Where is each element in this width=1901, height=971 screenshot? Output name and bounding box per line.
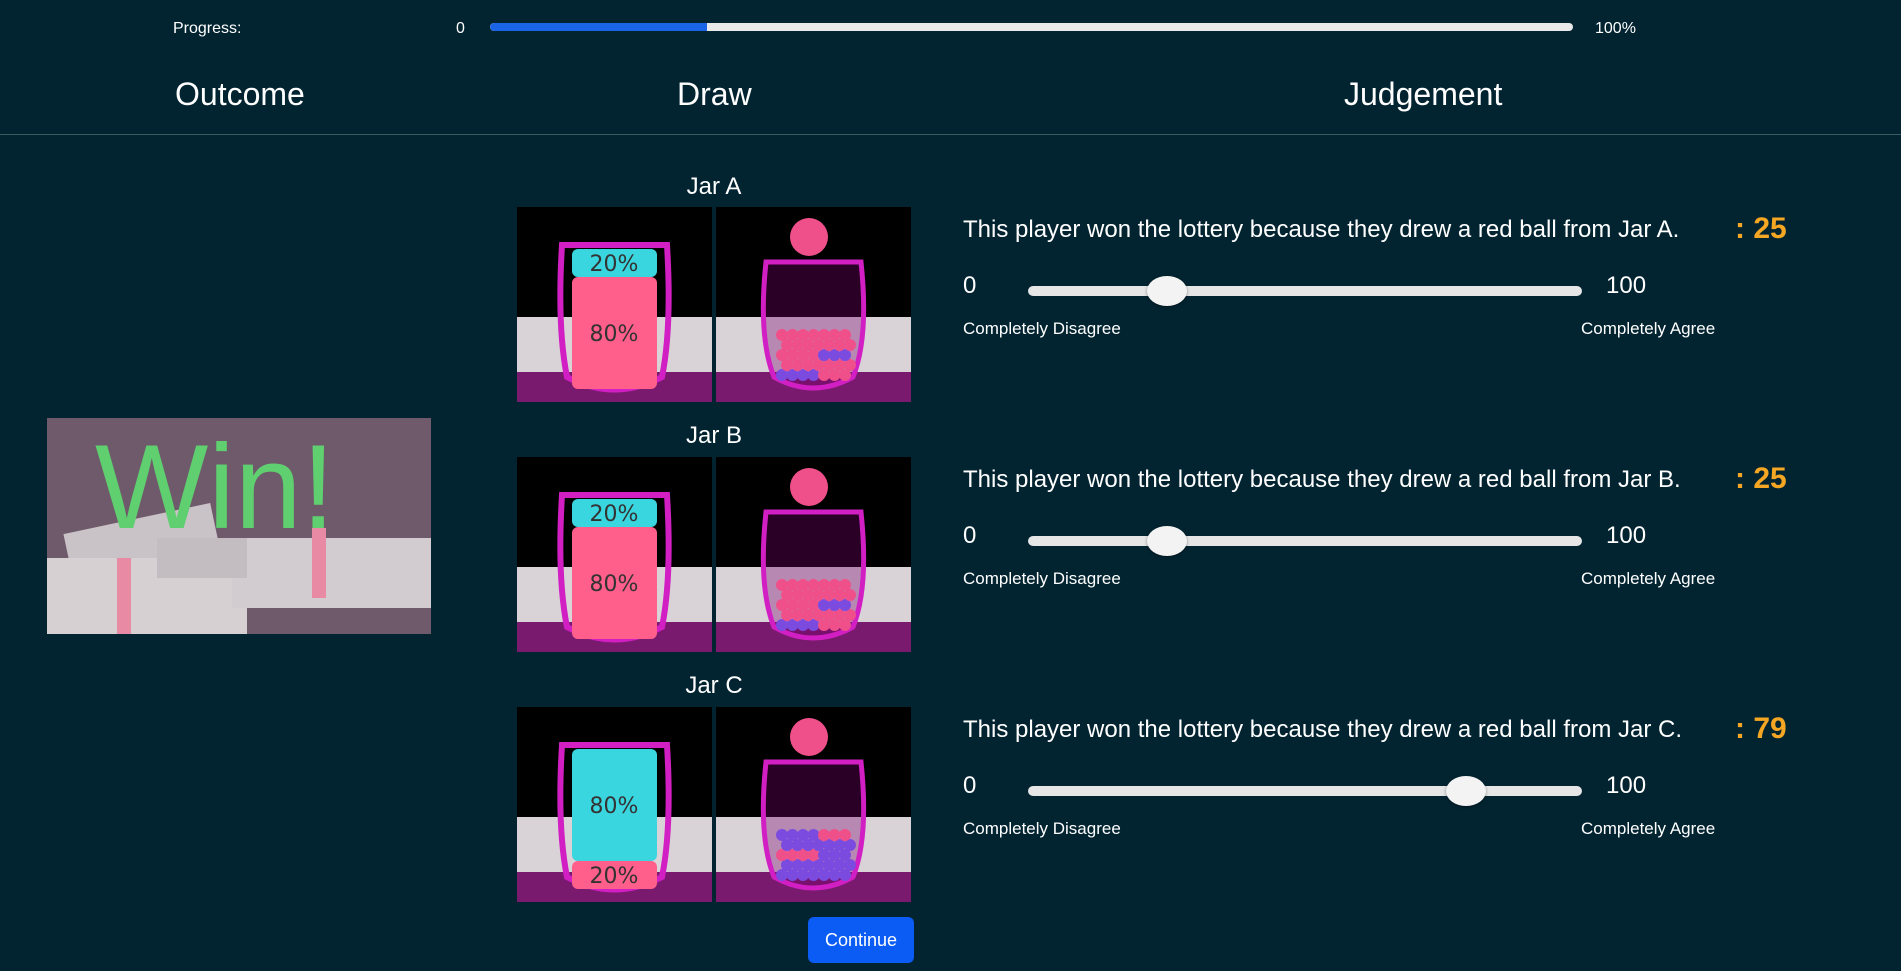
jar-b-proportion-image: 20% 80% bbox=[517, 457, 712, 652]
progress-min-label: 0 bbox=[456, 20, 465, 37]
jar-b-slider[interactable] bbox=[1028, 526, 1582, 556]
jar-b-slider-thumb[interactable] bbox=[1146, 526, 1187, 556]
jar-a-statement: This player won the lottery because they… bbox=[963, 216, 1680, 243]
jar-a-draw-image bbox=[716, 207, 911, 402]
header-divider bbox=[0, 134, 1901, 135]
jar-c-slider-thumb[interactable] bbox=[1445, 776, 1486, 806]
jar-bottom-label: 80% bbox=[590, 572, 639, 597]
outcome-header: Outcome bbox=[175, 76, 305, 112]
jar-ball bbox=[797, 579, 809, 591]
jar-a-title: Jar A bbox=[686, 173, 742, 200]
drawn-ball bbox=[790, 468, 828, 506]
jar-c-proportion-image: 80% 20% bbox=[517, 707, 712, 902]
jar-b-disagree-label: Completely Disagree bbox=[963, 569, 1121, 588]
jar-c-statement: This player won the lottery because they… bbox=[963, 716, 1682, 743]
jar-ball bbox=[807, 329, 820, 341]
jar-top-label: 80% bbox=[590, 794, 639, 819]
jar-ball bbox=[818, 329, 830, 341]
jar-b-draw-image bbox=[716, 457, 911, 652]
jar-ball bbox=[776, 829, 788, 841]
jar-a-slider-min: 0 bbox=[963, 272, 977, 299]
win-text: Win! bbox=[95, 420, 335, 554]
jar-a-slider-max: 100 bbox=[1606, 272, 1647, 299]
progress-max-label: 100% bbox=[1595, 20, 1636, 37]
draw-header: Draw bbox=[677, 76, 752, 112]
jar-c-disagree-label: Completely Disagree bbox=[963, 819, 1121, 838]
jar-ball bbox=[818, 579, 830, 591]
jar-a-slider[interactable] bbox=[1028, 276, 1582, 306]
jar-ball bbox=[828, 579, 841, 591]
jar-c-title: Jar C bbox=[685, 672, 743, 699]
jar-c-draw-image bbox=[716, 707, 911, 902]
jar-c-slider-max: 100 bbox=[1606, 772, 1647, 799]
jar-b-agree-label: Completely Agree bbox=[1581, 569, 1716, 588]
jar-ball bbox=[828, 829, 841, 841]
jar-a-slider-thumb[interactable] bbox=[1146, 276, 1187, 306]
jar-b-title: Jar B bbox=[685, 422, 742, 449]
jar-ball bbox=[818, 829, 830, 841]
jar-ball bbox=[786, 829, 799, 841]
continue-button[interactable]: Continue bbox=[808, 917, 914, 963]
jar-c-agree-label: Completely Agree bbox=[1581, 819, 1716, 838]
jar-bottom-label: 80% bbox=[590, 322, 639, 347]
jar-b-statement: This player won the lottery because they… bbox=[963, 466, 1681, 493]
jar-top-label: 20% bbox=[590, 252, 639, 277]
jar-a-proportion-image: 20% 80% bbox=[517, 207, 712, 402]
judgement-header: Judgement bbox=[1344, 76, 1503, 112]
jar-ball bbox=[776, 579, 788, 591]
jar-c-slider-min: 0 bbox=[963, 772, 977, 799]
jar-c-score: : 79 bbox=[1735, 712, 1787, 745]
outcome-win-image: Win! bbox=[47, 418, 431, 634]
jar-ball bbox=[776, 329, 788, 341]
jar-ball bbox=[797, 829, 809, 841]
progress-label: Progress: bbox=[173, 20, 242, 37]
jar-ball bbox=[786, 329, 799, 341]
jar-ball bbox=[839, 829, 851, 841]
drawn-ball bbox=[790, 718, 828, 756]
jar-a-agree-label: Completely Agree bbox=[1581, 319, 1716, 338]
drawn-ball bbox=[790, 218, 828, 256]
jar-b-score: : 25 bbox=[1735, 462, 1787, 495]
jar-ball bbox=[807, 579, 820, 591]
progress-fill bbox=[490, 23, 707, 31]
jar-b-slider-max: 100 bbox=[1606, 522, 1647, 549]
jar-a-score: : 25 bbox=[1735, 212, 1787, 245]
jar-bottom-label: 20% bbox=[590, 864, 639, 889]
jar-ball bbox=[797, 329, 809, 341]
jar-a-disagree-label: Completely Disagree bbox=[963, 319, 1121, 338]
jar-ball bbox=[839, 579, 851, 591]
jar-ball bbox=[839, 329, 851, 341]
jar-top-label: 20% bbox=[590, 502, 639, 527]
jar-ball bbox=[807, 829, 820, 841]
jar-c-slider[interactable] bbox=[1028, 776, 1582, 806]
jar-ball bbox=[786, 579, 799, 591]
jar-ball bbox=[828, 329, 841, 341]
progress-bar bbox=[490, 23, 1573, 31]
jar-b-slider-min: 0 bbox=[963, 522, 977, 549]
